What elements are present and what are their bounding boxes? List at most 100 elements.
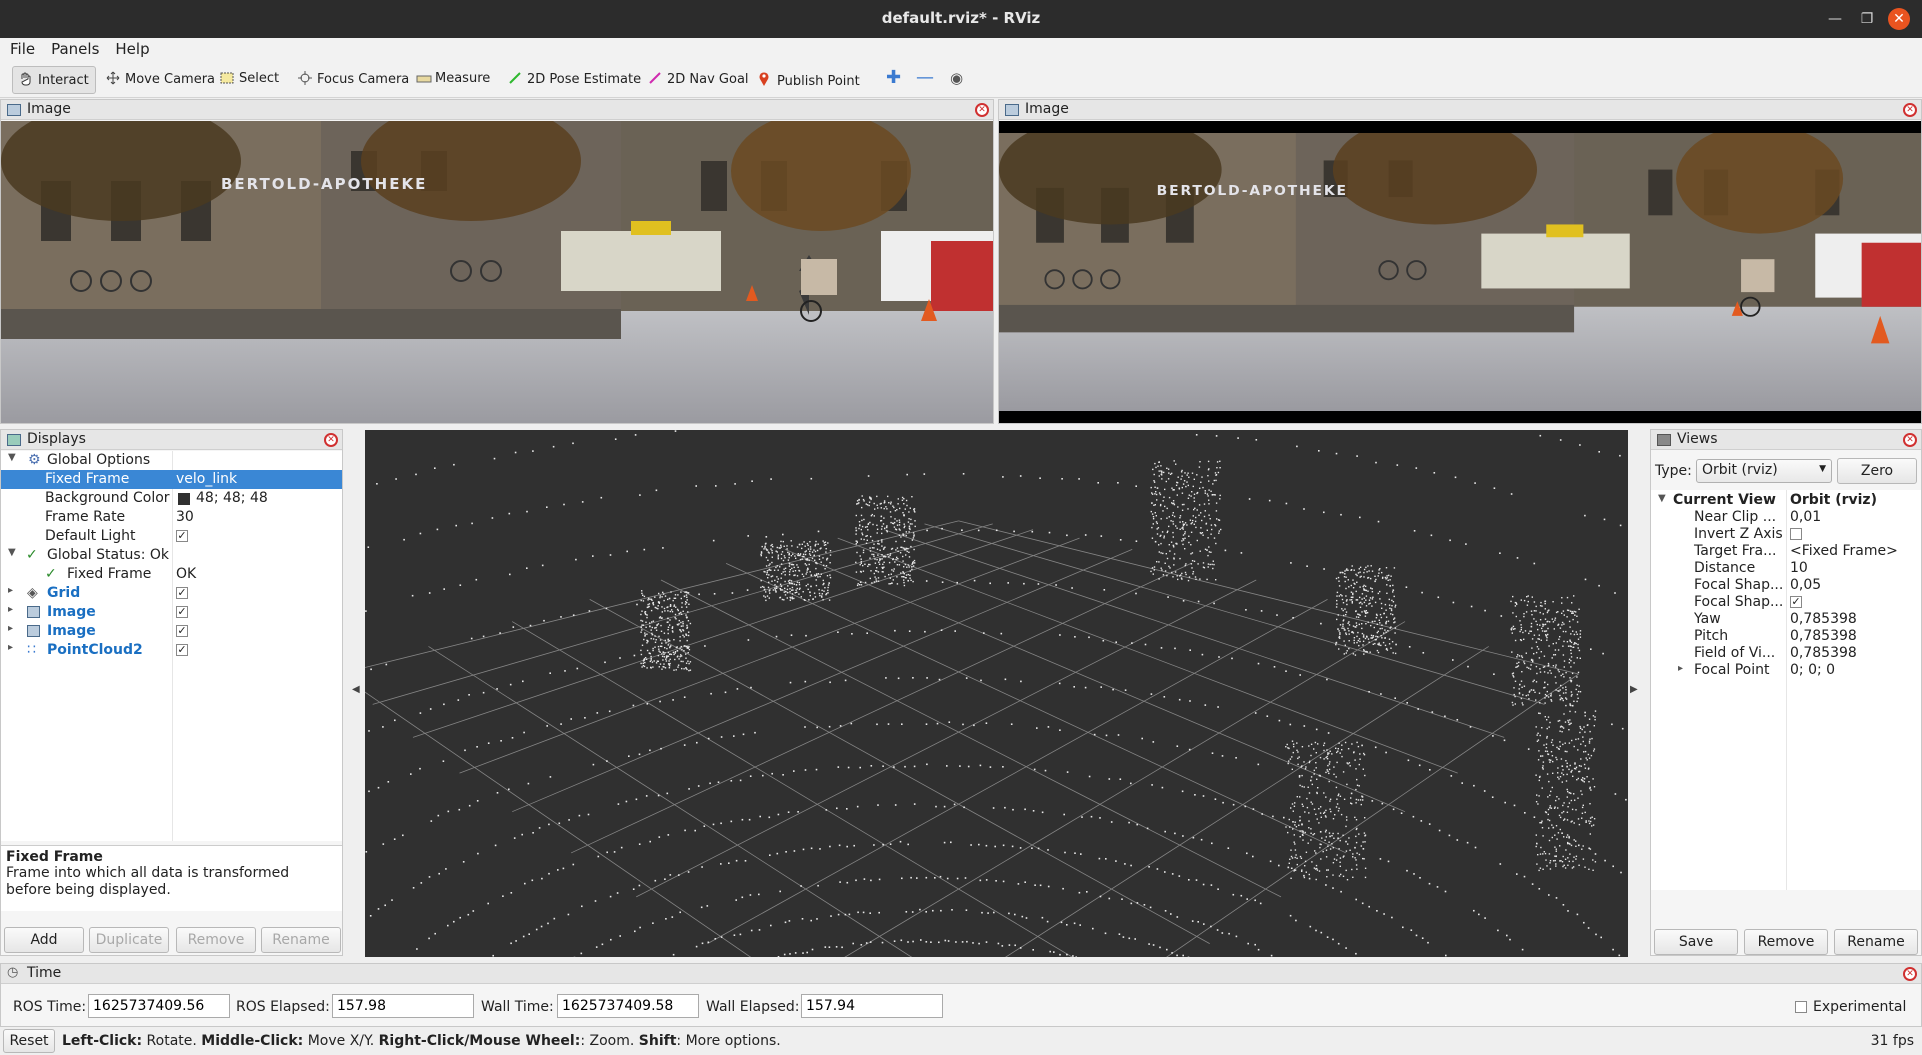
expand-arrow-icon[interactable]: ▼ (8, 452, 16, 463)
close-panel-icon[interactable]: ✕ (324, 433, 338, 447)
property-value[interactable]: 0,01 (1790, 509, 1821, 525)
focal-shape-checkbox[interactable]: ✓ (1790, 596, 1802, 608)
cloud-point (1368, 691, 1370, 693)
property-value[interactable]: 10 (1790, 560, 1808, 576)
wall-elapsed-field[interactable] (801, 994, 943, 1018)
close-panel-icon[interactable]: ✕ (1903, 433, 1917, 447)
tree-row-pointcloud2[interactable]: ▸ ∷ PointCloud2 ✓ (1, 641, 342, 660)
tree-row-invert-z[interactable]: Invert Z Axis (1651, 526, 1921, 543)
tree-row-pitch[interactable]: Pitch 0,785398 (1651, 628, 1921, 645)
zero-button[interactable]: Zero (1837, 458, 1917, 484)
close-panel-icon[interactable]: ✕ (1903, 103, 1917, 117)
minimize-icon[interactable]: — (1824, 8, 1846, 30)
viewport-canvas[interactable] (365, 430, 1628, 957)
property-value[interactable]: 0,785398 (1790, 628, 1857, 644)
experimental-checkbox[interactable] (1795, 1001, 1807, 1013)
tree-row-near-clip[interactable]: Near Clip ... 0,01 (1651, 509, 1921, 526)
cloud-point (771, 580, 773, 582)
save-view-button[interactable]: Save (1654, 929, 1738, 955)
fixed-frame-value[interactable]: velo_link (176, 471, 237, 487)
tree-row-focal-point[interactable]: ▸ Focal Point 0; 0; 0 (1651, 662, 1921, 679)
tree-row-global-options[interactable]: ▼ ⚙ Global Options (1, 451, 342, 470)
collapse-left-arrow-icon[interactable]: ◀ (352, 684, 360, 695)
tree-row-field-of-view[interactable]: Field of Vi... 0,785398 (1651, 645, 1921, 662)
property-value[interactable]: 0,785398 (1790, 611, 1857, 627)
tree-row-image-2[interactable]: ▸ Image ✓ (1, 622, 342, 641)
cloud-point (1572, 612, 1574, 614)
add-tool-button[interactable]: ✚ (880, 66, 907, 94)
add-display-button[interactable]: Add (4, 927, 84, 953)
collapse-arrow-icon[interactable]: ▸ (8, 585, 13, 596)
tree-row-focal-shape-size[interactable]: Focal Shap... 0,05 (1651, 577, 1921, 594)
pointcloud-checkbox[interactable]: ✓ (176, 644, 188, 656)
close-panel-icon[interactable]: ✕ (975, 103, 989, 117)
tree-row-yaw[interactable]: Yaw 0,785398 (1651, 611, 1921, 628)
tree-row-image-1[interactable]: ▸ Image ✓ (1, 603, 342, 622)
expand-arrow-icon[interactable]: ▼ (8, 547, 16, 558)
tree-row-frame-rate[interactable]: Frame Rate 30 (1, 508, 342, 527)
menu-help[interactable]: Help (105, 38, 155, 58)
views-tree[interactable]: ▼ Current View Orbit (rviz) Near Clip ..… (1651, 490, 1921, 890)
pose-estimate-tool-button[interactable]: 2D Pose Estimate (502, 66, 647, 94)
tree-row-fixed-frame[interactable]: Fixed Frame velo_link (1, 470, 342, 489)
measure-tool-button[interactable]: Measure (410, 66, 496, 94)
maximize-icon[interactable]: ❐ (1856, 8, 1878, 30)
remove-display-button[interactable]: Remove (176, 927, 256, 953)
move-camera-tool-button[interactable]: Move Camera (100, 66, 221, 94)
collapse-right-arrow-icon[interactable]: ▶ (1630, 684, 1638, 695)
expand-arrow-icon[interactable]: ▼ (1658, 493, 1666, 504)
background-color-value[interactable]: 48; 48; 48 (196, 490, 268, 506)
cloud-point (1379, 627, 1381, 630)
property-value[interactable]: <Fixed Frame> (1790, 543, 1898, 559)
duplicate-display-button[interactable]: Duplicate (89, 927, 169, 953)
displays-tree[interactable]: ▼ ⚙ Global Options Fixed Frame velo_link… (1, 451, 342, 841)
cloud-point (1285, 502, 1288, 505)
tree-row-background-color[interactable]: Background Color 48; 48; 48 (1, 489, 342, 508)
wall-time-field[interactable] (557, 994, 699, 1018)
menu-file[interactable]: File (0, 38, 41, 58)
tree-row-target-frame[interactable]: Target Fra... <Fixed Frame> (1651, 543, 1921, 560)
render-viewport[interactable] (365, 430, 1628, 957)
collapse-arrow-icon[interactable]: ▸ (8, 604, 13, 615)
focus-camera-tool-button[interactable]: Focus Camera (292, 66, 415, 94)
collapse-arrow-icon[interactable]: ▸ (8, 623, 13, 634)
grid-checkbox[interactable]: ✓ (176, 587, 188, 599)
rename-display-button[interactable]: Rename (261, 927, 341, 953)
color-swatch[interactable] (178, 493, 190, 505)
ros-elapsed-field[interactable] (332, 994, 474, 1018)
property-value[interactable]: 0; 0; 0 (1790, 662, 1835, 678)
invert-z-checkbox[interactable] (1790, 528, 1802, 540)
tree-row-status-fixed-frame[interactable]: ✓ Fixed Frame OK (1, 565, 342, 584)
tree-row-grid[interactable]: ▸ ◈ Grid ✓ (1, 584, 342, 603)
reset-button[interactable]: Reset (3, 1029, 55, 1053)
remove-view-button[interactable]: Remove (1744, 929, 1828, 955)
ros-time-field[interactable] (88, 994, 230, 1018)
image-checkbox[interactable]: ✓ (176, 625, 188, 637)
tree-row-current-view[interactable]: ▼ Current View Orbit (rviz) (1651, 492, 1921, 509)
publish-point-tool-button[interactable]: Publish Point (752, 66, 866, 94)
rename-view-button[interactable]: Rename (1834, 929, 1918, 955)
image-checkbox[interactable]: ✓ (176, 606, 188, 618)
property-value[interactable]: 0,785398 (1790, 645, 1857, 661)
collapse-arrow-icon[interactable]: ▸ (1678, 663, 1683, 674)
tree-row-distance[interactable]: Distance 10 (1651, 560, 1921, 577)
cloud-point (1182, 483, 1185, 485)
default-light-checkbox[interactable]: ✓ (176, 530, 188, 542)
remove-tool-button[interactable]: — (910, 66, 940, 94)
nav-goal-tool-button[interactable]: 2D Nav Goal (642, 66, 755, 94)
tree-row-global-status[interactable]: ▼ ✓ Global Status: Ok (1, 546, 342, 565)
tree-row-focal-shape-fixed[interactable]: Focal Shap... ✓ (1651, 594, 1921, 611)
collapse-arrow-icon[interactable]: ▸ (8, 642, 13, 653)
frame-rate-value[interactable]: 30 (176, 509, 194, 525)
select-tool-button[interactable]: Select (214, 66, 285, 94)
property-value[interactable]: 0,05 (1790, 577, 1821, 593)
tree-row-default-light[interactable]: Default Light ✓ (1, 527, 342, 546)
view-type-select[interactable]: Orbit (rviz) ▼ (1696, 459, 1832, 483)
close-panel-icon[interactable]: ✕ (1903, 967, 1917, 981)
interact-tool-button[interactable]: Interact (12, 66, 96, 94)
close-icon[interactable]: ✕ (1888, 8, 1910, 30)
cloud-point (1294, 821, 1296, 823)
view-tool-button[interactable]: ◉ (944, 66, 969, 94)
menu-panels[interactable]: Panels (41, 38, 105, 58)
cloud-point (1316, 792, 1318, 795)
